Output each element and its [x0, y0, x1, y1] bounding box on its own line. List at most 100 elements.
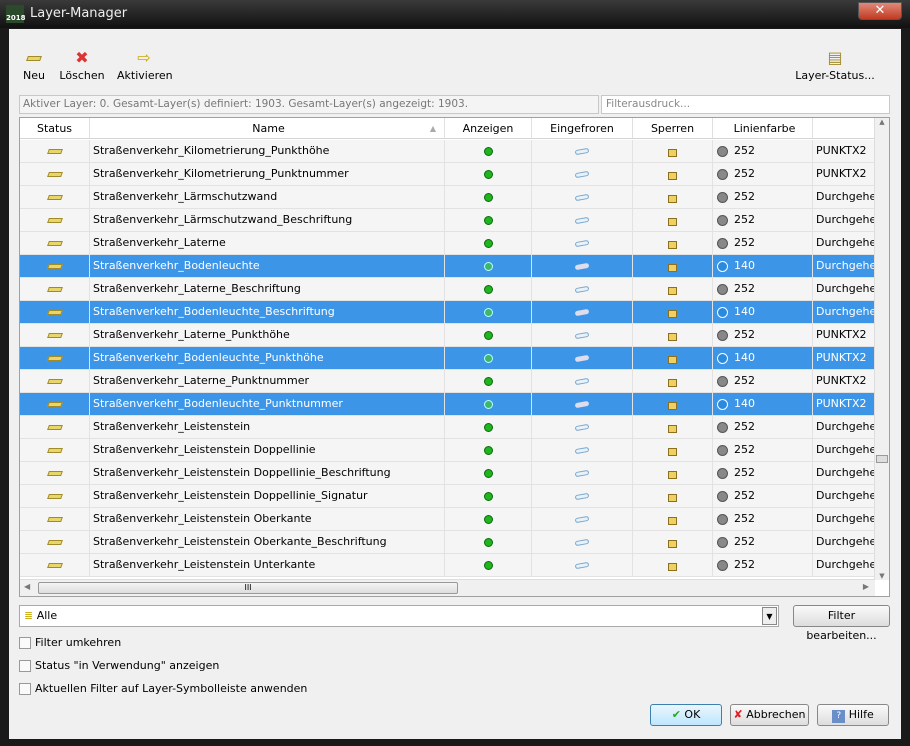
visible-toggle[interactable]	[445, 393, 532, 415]
color-cell[interactable]: 252	[713, 186, 813, 208]
filter-expression-input[interactable]: Filterausdruck...	[601, 95, 890, 114]
color-cell[interactable]: 252	[713, 209, 813, 231]
status-cell[interactable]	[20, 278, 90, 300]
vertical-scrollbar[interactable]: ▲ ▼	[874, 118, 889, 580]
color-cell[interactable]: 252	[713, 370, 813, 392]
linetype-cell[interactable]: PUNKTX2	[813, 163, 875, 185]
visible-toggle[interactable]	[445, 462, 532, 484]
visible-toggle[interactable]	[445, 439, 532, 461]
freeze-toggle[interactable]	[532, 370, 633, 392]
close-button[interactable]: ✕	[858, 2, 902, 20]
freeze-toggle[interactable]	[532, 531, 633, 553]
table-row[interactable]: Straßenverkehr_Laterne_Punkthöhe 252 PUN…	[20, 324, 875, 347]
visible-toggle[interactable]	[445, 301, 532, 323]
freeze-toggle[interactable]	[532, 508, 633, 530]
freeze-toggle[interactable]	[532, 462, 633, 484]
invert-filter-checkbox[interactable]: Filter umkehren	[19, 636, 121, 649]
color-cell[interactable]: 252	[713, 163, 813, 185]
freeze-toggle[interactable]	[532, 140, 633, 162]
linetype-cell[interactable]: Durchgehe	[813, 255, 875, 277]
table-row[interactable]: Straßenverkehr_Laterne_Punktnummer 252 P…	[20, 370, 875, 393]
layer-name[interactable]: Straßenverkehr_Lärmschutzwand	[90, 186, 445, 208]
lock-toggle[interactable]	[633, 255, 713, 277]
visible-toggle[interactable]	[445, 347, 532, 369]
color-cell[interactable]: 252	[713, 485, 813, 507]
lock-toggle[interactable]	[633, 462, 713, 484]
column-name[interactable]: Name ▲	[90, 118, 445, 138]
status-cell[interactable]	[20, 485, 90, 507]
linetype-cell[interactable]: Durchgehe	[813, 278, 875, 300]
ok-button[interactable]: ✔ OK	[650, 704, 722, 726]
lock-toggle[interactable]	[633, 347, 713, 369]
layer-name[interactable]: Straßenverkehr_Bodenleuchte_Punktnummer	[90, 393, 445, 415]
status-cell[interactable]	[20, 462, 90, 484]
freeze-toggle[interactable]	[532, 163, 633, 185]
visible-toggle[interactable]	[445, 209, 532, 231]
freeze-toggle[interactable]	[532, 439, 633, 461]
color-cell[interactable]: 140	[713, 347, 813, 369]
edit-filter-button[interactable]: Filter bearbeiten...	[793, 605, 890, 642]
color-cell[interactable]: 252	[713, 462, 813, 484]
table-row[interactable]: Straßenverkehr_Kilometrierung_Punktnumme…	[20, 163, 875, 186]
lock-toggle[interactable]	[633, 209, 713, 231]
color-cell[interactable]: 140	[713, 393, 813, 415]
color-cell[interactable]: 252	[713, 140, 813, 162]
linetype-cell[interactable]: Durchgehe	[813, 209, 875, 231]
visible-toggle[interactable]	[445, 370, 532, 392]
layer-name[interactable]: Straßenverkehr_Laterne_Punkthöhe	[90, 324, 445, 346]
freeze-toggle[interactable]	[532, 232, 633, 254]
activate-layer-button[interactable]: ⇨ Aktivieren	[117, 47, 173, 82]
layer-name[interactable]: Straßenverkehr_Leistenstein	[90, 416, 445, 438]
visible-toggle[interactable]	[445, 140, 532, 162]
cancel-button[interactable]: ✘ Abbrechen	[730, 704, 809, 726]
status-cell[interactable]	[20, 393, 90, 415]
scroll-left-icon[interactable]: ◀	[24, 582, 30, 591]
visible-toggle[interactable]	[445, 416, 532, 438]
linetype-cell[interactable]: Durchgehe	[813, 186, 875, 208]
visible-toggle[interactable]	[445, 255, 532, 277]
linetype-cell[interactable]: PUNKTX2	[813, 140, 875, 162]
color-cell[interactable]: 252	[713, 416, 813, 438]
linetype-cell[interactable]: Durchgehe	[813, 439, 875, 461]
lock-toggle[interactable]	[633, 186, 713, 208]
visible-toggle[interactable]	[445, 531, 532, 553]
status-cell[interactable]	[20, 347, 90, 369]
color-cell[interactable]: 140	[713, 301, 813, 323]
color-cell[interactable]: 252	[713, 554, 813, 576]
column-status[interactable]: Status	[20, 118, 90, 138]
status-cell[interactable]	[20, 209, 90, 231]
scroll-right-icon[interactable]: ▶	[863, 582, 869, 591]
freeze-toggle[interactable]	[532, 278, 633, 300]
layer-name[interactable]: Straßenverkehr_Leistenstein Doppellinie_…	[90, 485, 445, 507]
scroll-up-icon[interactable]: ▲	[875, 118, 889, 126]
table-row[interactable]: Straßenverkehr_Lärmschutzwand 252 Durchg…	[20, 186, 875, 209]
visible-toggle[interactable]	[445, 324, 532, 346]
linetype-cell[interactable]: PUNKTX2	[813, 347, 875, 369]
lock-toggle[interactable]	[633, 324, 713, 346]
table-row[interactable]: Straßenverkehr_Kilometrierung_Punkthöhe …	[20, 140, 875, 163]
filter-combobox[interactable]: ≣ Alle ▼	[19, 605, 779, 627]
color-cell[interactable]: 140	[713, 255, 813, 277]
lock-toggle[interactable]	[633, 232, 713, 254]
linetype-cell[interactable]: Durchgehe	[813, 485, 875, 507]
scroll-down-icon[interactable]: ▼	[875, 572, 889, 580]
color-cell[interactable]: 252	[713, 508, 813, 530]
table-row[interactable]: Straßenverkehr_Bodenleuchte_Punktnummer …	[20, 393, 875, 416]
table-row[interactable]: Straßenverkehr_Leistenstein Doppellinie_…	[20, 462, 875, 485]
checkbox-box[interactable]	[19, 683, 31, 695]
lock-toggle[interactable]	[633, 554, 713, 576]
status-cell[interactable]	[20, 324, 90, 346]
table-row[interactable]: Straßenverkehr_Leistenstein Doppellinie …	[20, 439, 875, 462]
status-cell[interactable]	[20, 554, 90, 576]
table-row[interactable]: Straßenverkehr_Bodenleuchte_Punkthöhe 14…	[20, 347, 875, 370]
table-row[interactable]: Straßenverkehr_Laterne_Beschriftung 252 …	[20, 278, 875, 301]
table-row[interactable]: Straßenverkehr_Leistenstein Doppellinie_…	[20, 485, 875, 508]
status-cell[interactable]	[20, 416, 90, 438]
new-layer-button[interactable]: Neu	[21, 47, 47, 82]
freeze-toggle[interactable]	[532, 485, 633, 507]
show-in-use-checkbox[interactable]: Status "in Verwendung" anzeigen	[19, 659, 219, 672]
lock-toggle[interactable]	[633, 370, 713, 392]
layer-name[interactable]: Straßenverkehr_Bodenleuchte	[90, 255, 445, 277]
color-cell[interactable]: 252	[713, 439, 813, 461]
layer-name[interactable]: Straßenverkehr_Bodenleuchte_Beschriftung	[90, 301, 445, 323]
